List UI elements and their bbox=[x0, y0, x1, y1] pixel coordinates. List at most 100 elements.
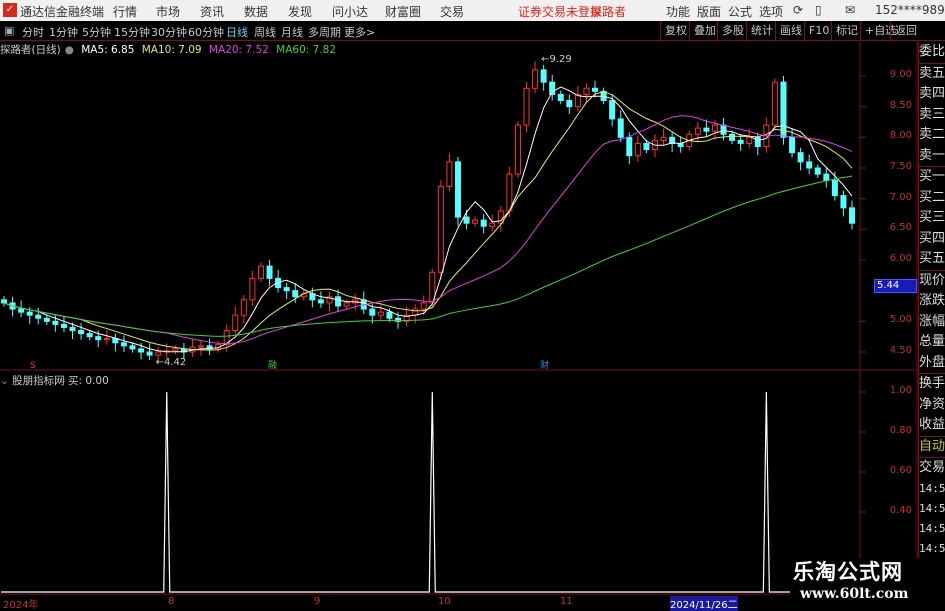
candle-up bbox=[377, 311, 384, 316]
candle-down bbox=[737, 139, 744, 144]
quote-label: 买五 bbox=[919, 251, 945, 266]
candle-down bbox=[729, 133, 736, 141]
candle-down bbox=[146, 351, 153, 356]
candle-up bbox=[232, 314, 239, 332]
candle-down bbox=[335, 296, 342, 307]
candle-down bbox=[626, 136, 633, 157]
candle-down bbox=[703, 127, 710, 132]
price-tick: 5.00 bbox=[889, 314, 912, 326]
candle-down bbox=[831, 179, 838, 197]
tick-time: 14:56 bbox=[919, 501, 945, 515]
candle-down bbox=[454, 161, 461, 218]
quote-label: 涨幅 bbox=[919, 313, 945, 329]
candle-down bbox=[849, 207, 855, 224]
candle-down bbox=[609, 100, 616, 120]
candle-up bbox=[155, 351, 162, 356]
candle-down bbox=[69, 326, 76, 332]
tick-time: 14:56 bbox=[919, 541, 945, 555]
date-label: 10 bbox=[438, 596, 451, 607]
candle-down bbox=[754, 136, 761, 148]
candle-up bbox=[437, 185, 444, 273]
candle-down bbox=[86, 333, 93, 338]
high-marker: ←9.29 bbox=[541, 54, 572, 65]
candle-down bbox=[317, 299, 324, 304]
watermark-title: 乐淘公式网 bbox=[793, 559, 903, 584]
candle-up bbox=[198, 345, 205, 348]
candle-up bbox=[257, 265, 264, 279]
kline-chart[interactable]: ←9.29 ←4.42 S 融 财 bbox=[0, 0, 945, 609]
quote-label: 现价 bbox=[919, 269, 945, 292]
quote-label: 卖五 bbox=[919, 62, 945, 85]
candle-up bbox=[532, 69, 539, 89]
candle-up bbox=[514, 124, 521, 175]
watermark-url: www.60lt.com bbox=[800, 586, 909, 602]
tick-time: 14:56 bbox=[919, 481, 945, 495]
quote-label: 净资 bbox=[919, 396, 945, 412]
price-tick: 4.50 bbox=[889, 344, 912, 356]
candle-down bbox=[138, 348, 145, 353]
quote-label: 买二 bbox=[919, 189, 945, 205]
candle-up bbox=[771, 81, 778, 126]
candle-up bbox=[711, 124, 718, 132]
candle-down bbox=[43, 317, 50, 322]
candle-down bbox=[643, 142, 650, 151]
event-marker: 财 bbox=[540, 359, 549, 371]
candle-down bbox=[386, 311, 393, 319]
quote-label: 委比 bbox=[919, 44, 945, 59]
watermark: 乐淘公式网 www.60lt.com bbox=[790, 558, 945, 609]
candle-up bbox=[746, 136, 753, 144]
candle-up bbox=[489, 222, 496, 227]
tick-time: 14:56 bbox=[919, 521, 945, 535]
candle-down bbox=[35, 314, 42, 319]
candle-down bbox=[266, 265, 273, 279]
candle-down bbox=[557, 93, 564, 102]
ma60-line bbox=[3, 175, 853, 337]
event-marker: S bbox=[30, 361, 36, 371]
indicator-tick: 0.60 bbox=[889, 465, 912, 476]
candle-up bbox=[634, 142, 641, 157]
candle-down bbox=[780, 81, 787, 138]
indicator-title: 股朋指标网 bbox=[12, 375, 65, 387]
candle-down bbox=[789, 136, 796, 154]
event-marker: 融 bbox=[268, 360, 277, 371]
candle-up bbox=[472, 219, 479, 224]
price-tick: 7.50 bbox=[889, 160, 912, 172]
quote-label: 买一 bbox=[919, 166, 945, 188]
candle-down bbox=[129, 345, 136, 350]
current-price-label: 5.44 bbox=[874, 279, 917, 293]
candle-down bbox=[823, 173, 830, 181]
candle-down bbox=[120, 342, 127, 347]
indicator-tick: 0.80 bbox=[889, 425, 912, 436]
quote-label: 总量 bbox=[919, 334, 945, 349]
candle-up bbox=[506, 173, 513, 212]
low-marker: ←4.42 bbox=[156, 357, 187, 368]
indicator-line bbox=[1, 391, 855, 593]
quote-label: 买三 bbox=[919, 210, 945, 225]
collapse-icon[interactable]: ⌄ bbox=[0, 375, 9, 387]
trade-label: 交易 bbox=[919, 457, 945, 479]
candle-down bbox=[797, 152, 804, 163]
candle-up bbox=[172, 348, 179, 352]
auto-label[interactable]: 自动 bbox=[919, 435, 945, 458]
quote-label: 卖三 bbox=[919, 106, 945, 122]
candle-down bbox=[60, 323, 67, 328]
price-tick: 6.00 bbox=[889, 252, 912, 264]
candle-up bbox=[412, 308, 419, 316]
date-label: 8 bbox=[168, 596, 175, 607]
candle-down bbox=[617, 118, 624, 138]
quote-label: 换手 bbox=[919, 373, 945, 395]
candle-up bbox=[660, 136, 667, 141]
quote-panel: 委比 卖五 卖四 卖三 卖二 卖一 买一 买二 买三 买四 买五 现价 涨跌 涨幅 总量 外盘 换手 净资 收益 自动… bbox=[918, 42, 945, 562]
candle-down bbox=[806, 161, 813, 169]
price-tick: 9.00 bbox=[889, 69, 912, 80]
candle-up bbox=[103, 337, 110, 341]
candle-up bbox=[420, 302, 427, 310]
quote-label: 卖二 bbox=[919, 127, 945, 142]
candle-down bbox=[18, 308, 25, 313]
quote-label: 卖四 bbox=[919, 86, 945, 101]
price-tick: 8.50 bbox=[889, 99, 912, 111]
candle-down bbox=[566, 100, 573, 108]
candle-up bbox=[446, 161, 453, 187]
indicator-header: ⌄ 股朋指标网 买: 0.00 bbox=[0, 373, 109, 388]
quote-label: 收益 bbox=[919, 417, 945, 432]
